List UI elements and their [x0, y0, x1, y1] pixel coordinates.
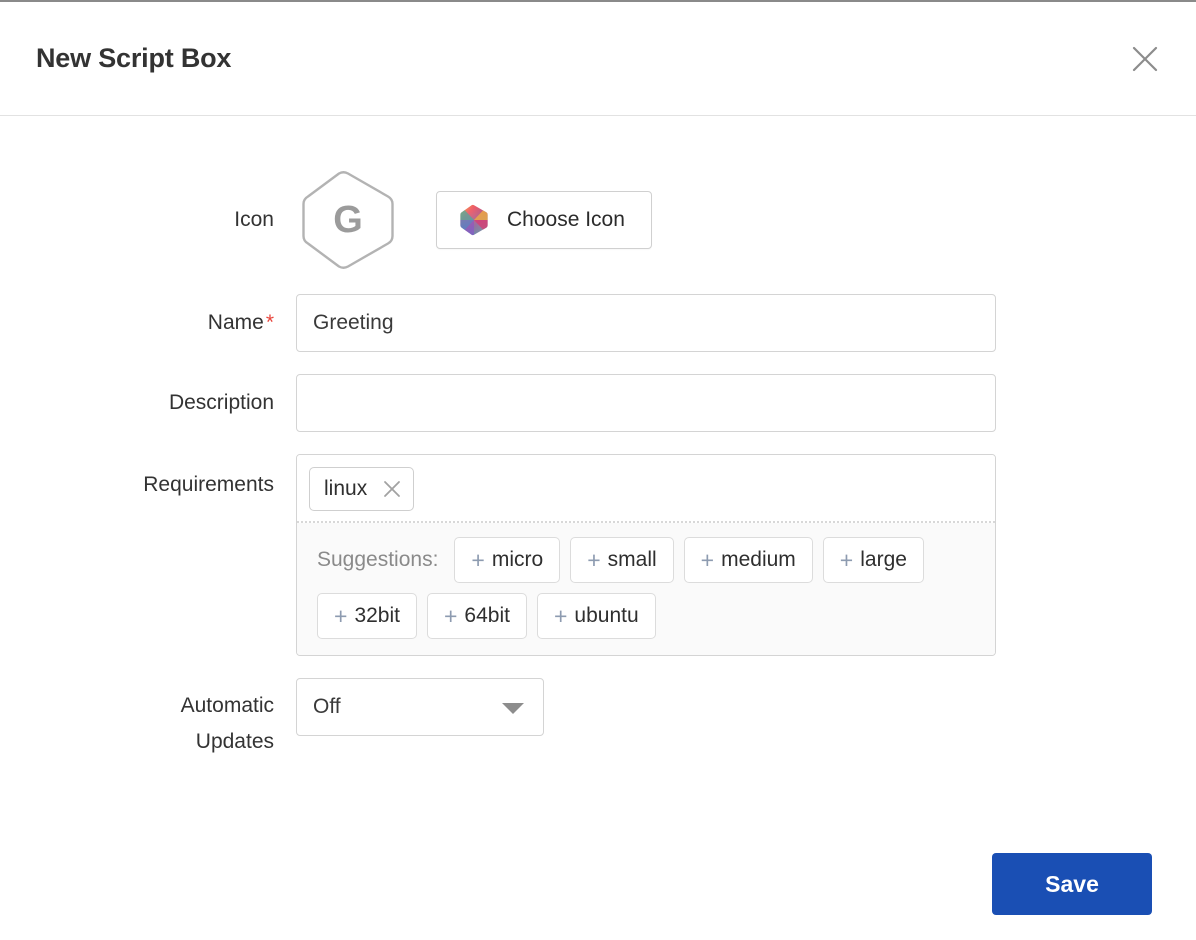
- automatic-updates-label-line2: Updates: [195, 730, 274, 753]
- suggestion-chip-label: medium: [721, 548, 796, 571]
- plus-icon: +: [839, 546, 854, 573]
- automatic-updates-select[interactable]: Off: [296, 678, 544, 736]
- new-script-box-dialog: New Script Box Icon G Choose Icon Name* …: [0, 0, 1196, 940]
- name-label: Name*: [0, 294, 296, 352]
- tag-label: linux: [324, 477, 368, 500]
- requirements-control: linux Suggestions: + micro + small + med…: [296, 454, 1196, 656]
- description-control: [296, 374, 1196, 432]
- close-icon: [1130, 44, 1160, 74]
- suggestion-chip-large[interactable]: + large: [822, 537, 924, 583]
- tag-remove-button[interactable]: [381, 478, 403, 500]
- required-marker: *: [265, 311, 274, 334]
- suggestion-chip-label: 32bit: [354, 604, 400, 627]
- dialog-title: New Script Box: [36, 43, 232, 73]
- suggestion-chip-64bit[interactable]: + 64bit: [426, 593, 527, 639]
- description-label: Description: [168, 391, 274, 414]
- field-row-icon: Icon G Choose Icon: [0, 168, 1196, 272]
- plus-icon: +: [334, 602, 348, 629]
- name-label-text: Name: [207, 311, 264, 334]
- icon-label: Icon: [234, 208, 274, 231]
- requirements-label: Requirements: [143, 473, 274, 496]
- plus-icon: +: [700, 546, 715, 573]
- suggestion-chip-small[interactable]: + small: [570, 537, 674, 583]
- dialog-footer: Save: [0, 828, 1196, 940]
- requirements-tag-area[interactable]: linux: [297, 455, 995, 521]
- close-icon: [381, 478, 403, 500]
- close-button[interactable]: [1126, 40, 1164, 78]
- dialog-body: Icon G Choose Icon Name* Greeting Descri…: [0, 116, 1196, 760]
- choose-icon-label: Choose Icon: [507, 208, 625, 231]
- avatar: G: [296, 168, 400, 272]
- icon-control: G Choose Icon: [296, 168, 1196, 272]
- suggestion-chip-micro[interactable]: + micro: [454, 537, 561, 583]
- save-button[interactable]: Save: [992, 853, 1152, 915]
- tag-linux[interactable]: linux: [309, 467, 415, 511]
- automatic-updates-label-line1: Automatic: [180, 694, 274, 717]
- choose-icon-button[interactable]: Choose Icon: [436, 191, 652, 249]
- suggestion-chip-medium[interactable]: + medium: [683, 537, 813, 583]
- plus-icon: +: [443, 602, 458, 629]
- field-row-description: Description: [0, 374, 1196, 432]
- avatar-letter: G: [333, 198, 363, 241]
- plus-icon: +: [471, 546, 485, 573]
- suggestion-chip-label: micro: [491, 548, 544, 571]
- suggestion-chip-label: ubuntu: [574, 604, 639, 627]
- automatic-updates-control: Off: [296, 678, 1196, 736]
- plus-icon: +: [553, 602, 568, 629]
- suggestions-area: Suggestions: + micro + small + medium + …: [297, 523, 995, 655]
- name-control: [296, 294, 1196, 352]
- automatic-updates-value[interactable]: Off: [296, 678, 544, 736]
- suggestion-chip-32bit[interactable]: + 32bit: [317, 593, 417, 639]
- suggestion-chip-label: 64bit: [464, 604, 510, 627]
- suggestion-chip-label: small: [607, 548, 657, 571]
- name-input[interactable]: [296, 294, 996, 352]
- suggestion-chip-label: large: [860, 548, 907, 571]
- plus-icon: +: [587, 546, 601, 573]
- dialog-header: New Script Box: [0, 2, 1196, 116]
- description-input[interactable]: [296, 374, 996, 432]
- suggestions-label: Suggestions:: [317, 548, 439, 571]
- field-row-automatic-updates: Automatic Updates Off: [0, 678, 1196, 760]
- field-row-requirements: Requirements linux Suggestions: + micro …: [0, 454, 1196, 656]
- color-hexagon-icon: [459, 204, 489, 236]
- requirements-box[interactable]: linux Suggestions: + micro + small + med…: [296, 454, 996, 656]
- field-row-name: Name*: [0, 294, 1196, 352]
- suggestion-chip-ubuntu[interactable]: + ubuntu: [536, 593, 656, 639]
- automatic-updates-label: Automatic Updates: [0, 678, 296, 760]
